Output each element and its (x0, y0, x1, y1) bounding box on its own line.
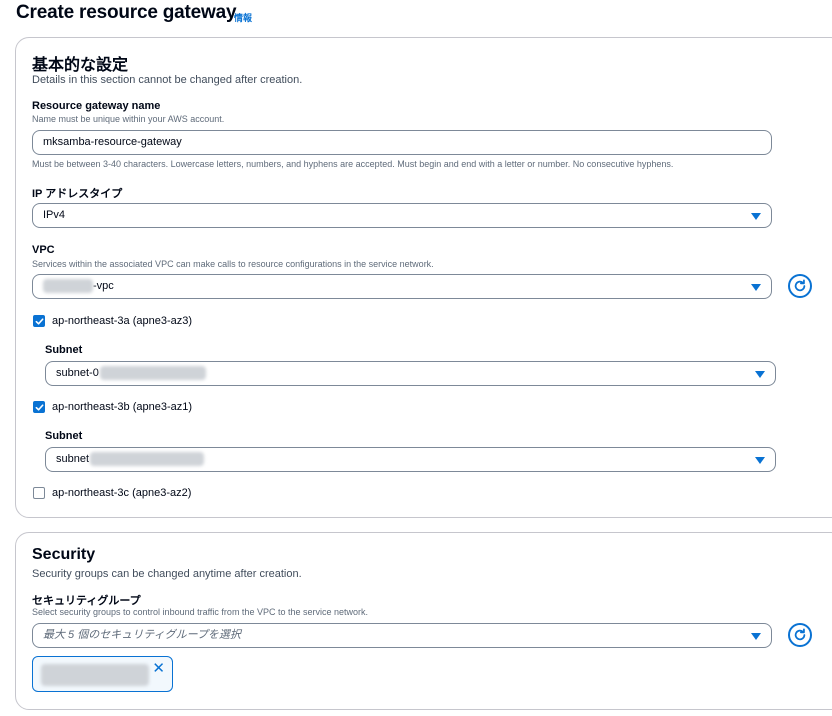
caret-down-icon (755, 371, 765, 378)
vpc-sublabel: Services within the associated VPC can m… (32, 259, 434, 269)
basic-settings-description: Details in this section cannot be change… (32, 74, 303, 86)
resource-gateway-name-hint: Must be between 3-40 characters. Lowerca… (32, 159, 674, 169)
az-3b-label: ap-northeast-3b (apne3-az1) (52, 401, 193, 413)
close-icon[interactable]: ✕ (152, 659, 165, 677)
subnet-3a-select[interactable]: subnet-0 (45, 361, 776, 386)
caret-down-icon (751, 284, 761, 291)
security-groups-sublabel: Select security groups to control inboun… (32, 607, 368, 617)
subnet-3a-label: Subnet (45, 344, 83, 356)
resource-gateway-name-label: Resource gateway name (32, 100, 161, 112)
security-title: Security (32, 546, 96, 563)
resource-gateway-name-sublabel: Name must be unique within your AWS acco… (32, 114, 225, 124)
refresh-icon (794, 279, 806, 292)
az-3a-label: ap-northeast-3a (apne3-az3) (52, 315, 193, 327)
info-link[interactable]: 情報 (234, 11, 252, 24)
security-group-token: ✕ (32, 656, 173, 692)
security-description: Security groups can be changed anytime a… (32, 568, 302, 580)
az-3b-checkbox[interactable] (33, 401, 45, 413)
redacted-subnet-id (90, 452, 205, 467)
basic-settings-title: 基本的な設定 (32, 57, 129, 74)
caret-down-icon (751, 213, 761, 220)
redacted-security-group-name (41, 664, 149, 686)
az-3c-checkbox[interactable] (33, 487, 45, 499)
caret-down-icon (751, 633, 761, 640)
page-title: Create resource gateway (16, 2, 237, 23)
ip-address-type-value: IPv4 (43, 209, 66, 221)
vpc-label: VPC (32, 244, 55, 256)
subnet-3b-prefix: subnet (56, 453, 90, 465)
security-groups-select[interactable]: 最大 5 個のセキュリティグループを選択 (32, 623, 772, 648)
subnet-3b-label: Subnet (45, 430, 83, 442)
subnet-3a-prefix: subnet-0 (56, 367, 99, 379)
redacted-vpc-name (43, 279, 93, 294)
subnet-3b-select[interactable]: subnet (45, 447, 776, 472)
resource-gateway-name-input[interactable]: mksamba-resource-gateway (32, 130, 772, 155)
refresh-icon (794, 628, 806, 641)
check-icon (35, 317, 43, 325)
ip-address-type-label: IP アドレスタイプ (32, 188, 123, 200)
refresh-security-groups-button[interactable] (788, 623, 812, 647)
redacted-subnet-id (99, 366, 206, 381)
az-3a-checkbox[interactable] (33, 315, 45, 327)
refresh-vpc-button[interactable] (788, 274, 812, 298)
security-groups-placeholder: 最大 5 個のセキュリティグループを選択 (43, 629, 241, 641)
az-3c-label: ap-northeast-3c (apne3-az2) (52, 487, 192, 499)
ip-address-type-select[interactable]: IPv4 (32, 203, 772, 228)
caret-down-icon (755, 457, 765, 464)
check-icon (35, 403, 43, 411)
security-groups-label: セキュリティグループ (32, 595, 141, 607)
vpc-select[interactable]: -vpc (32, 274, 772, 299)
resource-gateway-name-value: mksamba-resource-gateway (43, 136, 182, 148)
vpc-value-suffix: -vpc (93, 280, 114, 292)
